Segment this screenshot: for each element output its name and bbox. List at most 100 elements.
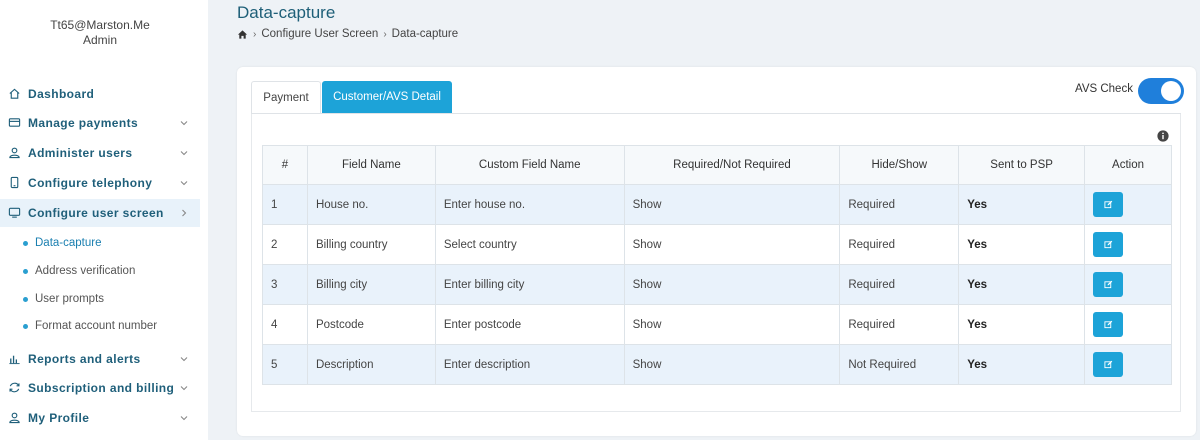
cell-custom-field-name: Enter description (434, 344, 625, 385)
nav-item-configure-telephony[interactable]: Configure telephony (0, 169, 200, 197)
sub-item-label: Address verification (35, 265, 136, 277)
sub-item-label: User prompts (35, 293, 105, 305)
nav-label: Manage payments (28, 116, 139, 130)
edit-button[interactable] (1093, 272, 1124, 297)
col-header-number: # (262, 145, 308, 185)
nav-label: My Profile (28, 411, 90, 425)
nav-item-administer-users[interactable]: Administer users (0, 139, 200, 167)
sub-item-format-account-number[interactable]: Format account number (23, 320, 157, 332)
nav-label: Dashboard (28, 87, 95, 101)
chevron-right-icon (182, 209, 187, 217)
bullet-dot (23, 323, 28, 329)
sub-item-user-prompts[interactable]: User prompts (23, 293, 104, 305)
chevron-down-icon (180, 121, 188, 126)
sidebar: Tt65@Marston.Me Admin Dashboard Manage p… (0, 0, 208, 440)
nav-label: Subscription and billing (28, 381, 175, 395)
page-title: Data-capture (237, 3, 336, 22)
cell-sent-to-psp: Yes (958, 224, 1086, 265)
cell-action (1084, 264, 1172, 305)
edit-icon (1103, 240, 1112, 249)
edit-button[interactable] (1093, 312, 1124, 337)
breadcrumb-item: Data-capture (391, 28, 459, 40)
nav-item-manage-payments[interactable]: Manage payments (0, 109, 200, 137)
table-row: 4 Postcode Enter postcode Show Required … (262, 304, 1172, 345)
monitor-icon (8, 207, 21, 218)
phone-icon (10, 176, 19, 189)
nav-item-dashboard[interactable]: Dashboard (0, 80, 200, 108)
cell-custom-field-name: Enter house no. (434, 184, 625, 225)
col-header-required: Required/Not Required (623, 145, 841, 185)
cell-hide-show: Required (839, 184, 960, 225)
cell-number: 4 (262, 304, 308, 345)
edit-button[interactable] (1093, 352, 1124, 377)
tab-payment[interactable]: Payment (251, 81, 321, 113)
edit-button[interactable] (1093, 232, 1124, 257)
fields-table: # Field Name Custom Field Name Required/… (262, 145, 1172, 385)
bullet-dot (23, 268, 28, 274)
cell-number: 1 (262, 184, 308, 225)
cell-field-name: Description (306, 344, 436, 385)
cell-hide-show: Required (839, 304, 960, 345)
cell-required: Show (623, 304, 841, 345)
avs-check-toggle[interactable] (1138, 78, 1184, 104)
cell-custom-field-name: Enter billing city (434, 264, 625, 305)
sub-item-label: Data-capture (35, 237, 102, 249)
user-info: Tt65@Marston.Me Admin (0, 18, 200, 48)
cell-action (1084, 224, 1172, 265)
table-row: 1 House no. Enter house no. Show Require… (262, 184, 1172, 225)
cell-field-name: Postcode (306, 304, 436, 345)
nav-label: Configure user screen (28, 206, 164, 220)
cell-action (1084, 304, 1172, 345)
nav-item-configure-user-screen[interactable]: Configure user screen (0, 199, 200, 227)
cell-number: 2 (262, 224, 308, 265)
cell-hide-show: Required (839, 224, 960, 265)
edit-icon (1103, 280, 1112, 289)
info-icon[interactable] (1157, 130, 1169, 142)
edit-icon (1103, 320, 1112, 329)
user-icon (9, 412, 20, 424)
breadcrumb: › Configure User Screen › Data-capture (237, 28, 458, 40)
sub-item-address-verification[interactable]: Address verification (23, 265, 135, 277)
chevron-down-icon (180, 357, 188, 362)
table-row: 5 Description Enter description Show Not… (262, 344, 1172, 385)
refresh-icon (9, 382, 20, 393)
cell-hide-show: Required (839, 264, 960, 305)
breadcrumb-item[interactable]: Configure User Screen (261, 28, 378, 40)
edit-icon (1103, 360, 1112, 369)
bullet-dot (23, 296, 28, 302)
home-icon (9, 88, 20, 99)
breadcrumb-separator: › (253, 28, 257, 40)
cell-action (1084, 184, 1172, 225)
toggle-knob (1161, 81, 1181, 101)
cell-number: 3 (262, 264, 308, 305)
sub-item-data-capture[interactable]: Data-capture (23, 237, 101, 249)
table-row: 2 Billing country Select country Show Re… (262, 224, 1172, 265)
cell-field-name: House no. (306, 184, 436, 225)
edit-icon (1103, 200, 1112, 209)
cell-custom-field-name: Select country (434, 224, 625, 265)
avs-check-label: AVS Check (1075, 83, 1133, 95)
bar-chart-icon (9, 355, 20, 365)
nav-label: Administer users (28, 146, 133, 160)
col-header-hide-show: Hide/Show (839, 145, 960, 185)
table-row: 3 Billing city Enter billing city Show R… (262, 264, 1172, 305)
cell-custom-field-name: Enter postcode (434, 304, 625, 345)
nav-item-reports-and-alerts[interactable]: Reports and alerts (0, 345, 200, 373)
cell-required: Show (623, 224, 841, 265)
tab-customer-avs-detail[interactable]: Customer/AVS Detail (322, 81, 452, 113)
nav-item-my-profile[interactable]: My Profile (0, 404, 200, 432)
cell-action (1084, 344, 1172, 385)
col-header-custom-field-name: Custom Field Name (434, 145, 625, 185)
cell-sent-to-psp: Yes (958, 344, 1086, 385)
nav-item-subscription-and-billing[interactable]: Subscription and billing (0, 374, 200, 402)
card-icon (8, 118, 21, 127)
col-header-field-name: Field Name (306, 145, 436, 185)
chevron-down-icon (180, 151, 188, 156)
home-icon[interactable] (237, 29, 248, 40)
nav-label: Reports and alerts (28, 352, 141, 366)
content-card: Payment Customer/AVS Detail AVS Check # … (237, 67, 1196, 436)
col-header-sent-to-psp: Sent to PSP (958, 145, 1086, 185)
nav-label: Configure telephony (28, 176, 153, 190)
edit-button[interactable] (1093, 192, 1124, 217)
chevron-down-icon (180, 416, 188, 421)
